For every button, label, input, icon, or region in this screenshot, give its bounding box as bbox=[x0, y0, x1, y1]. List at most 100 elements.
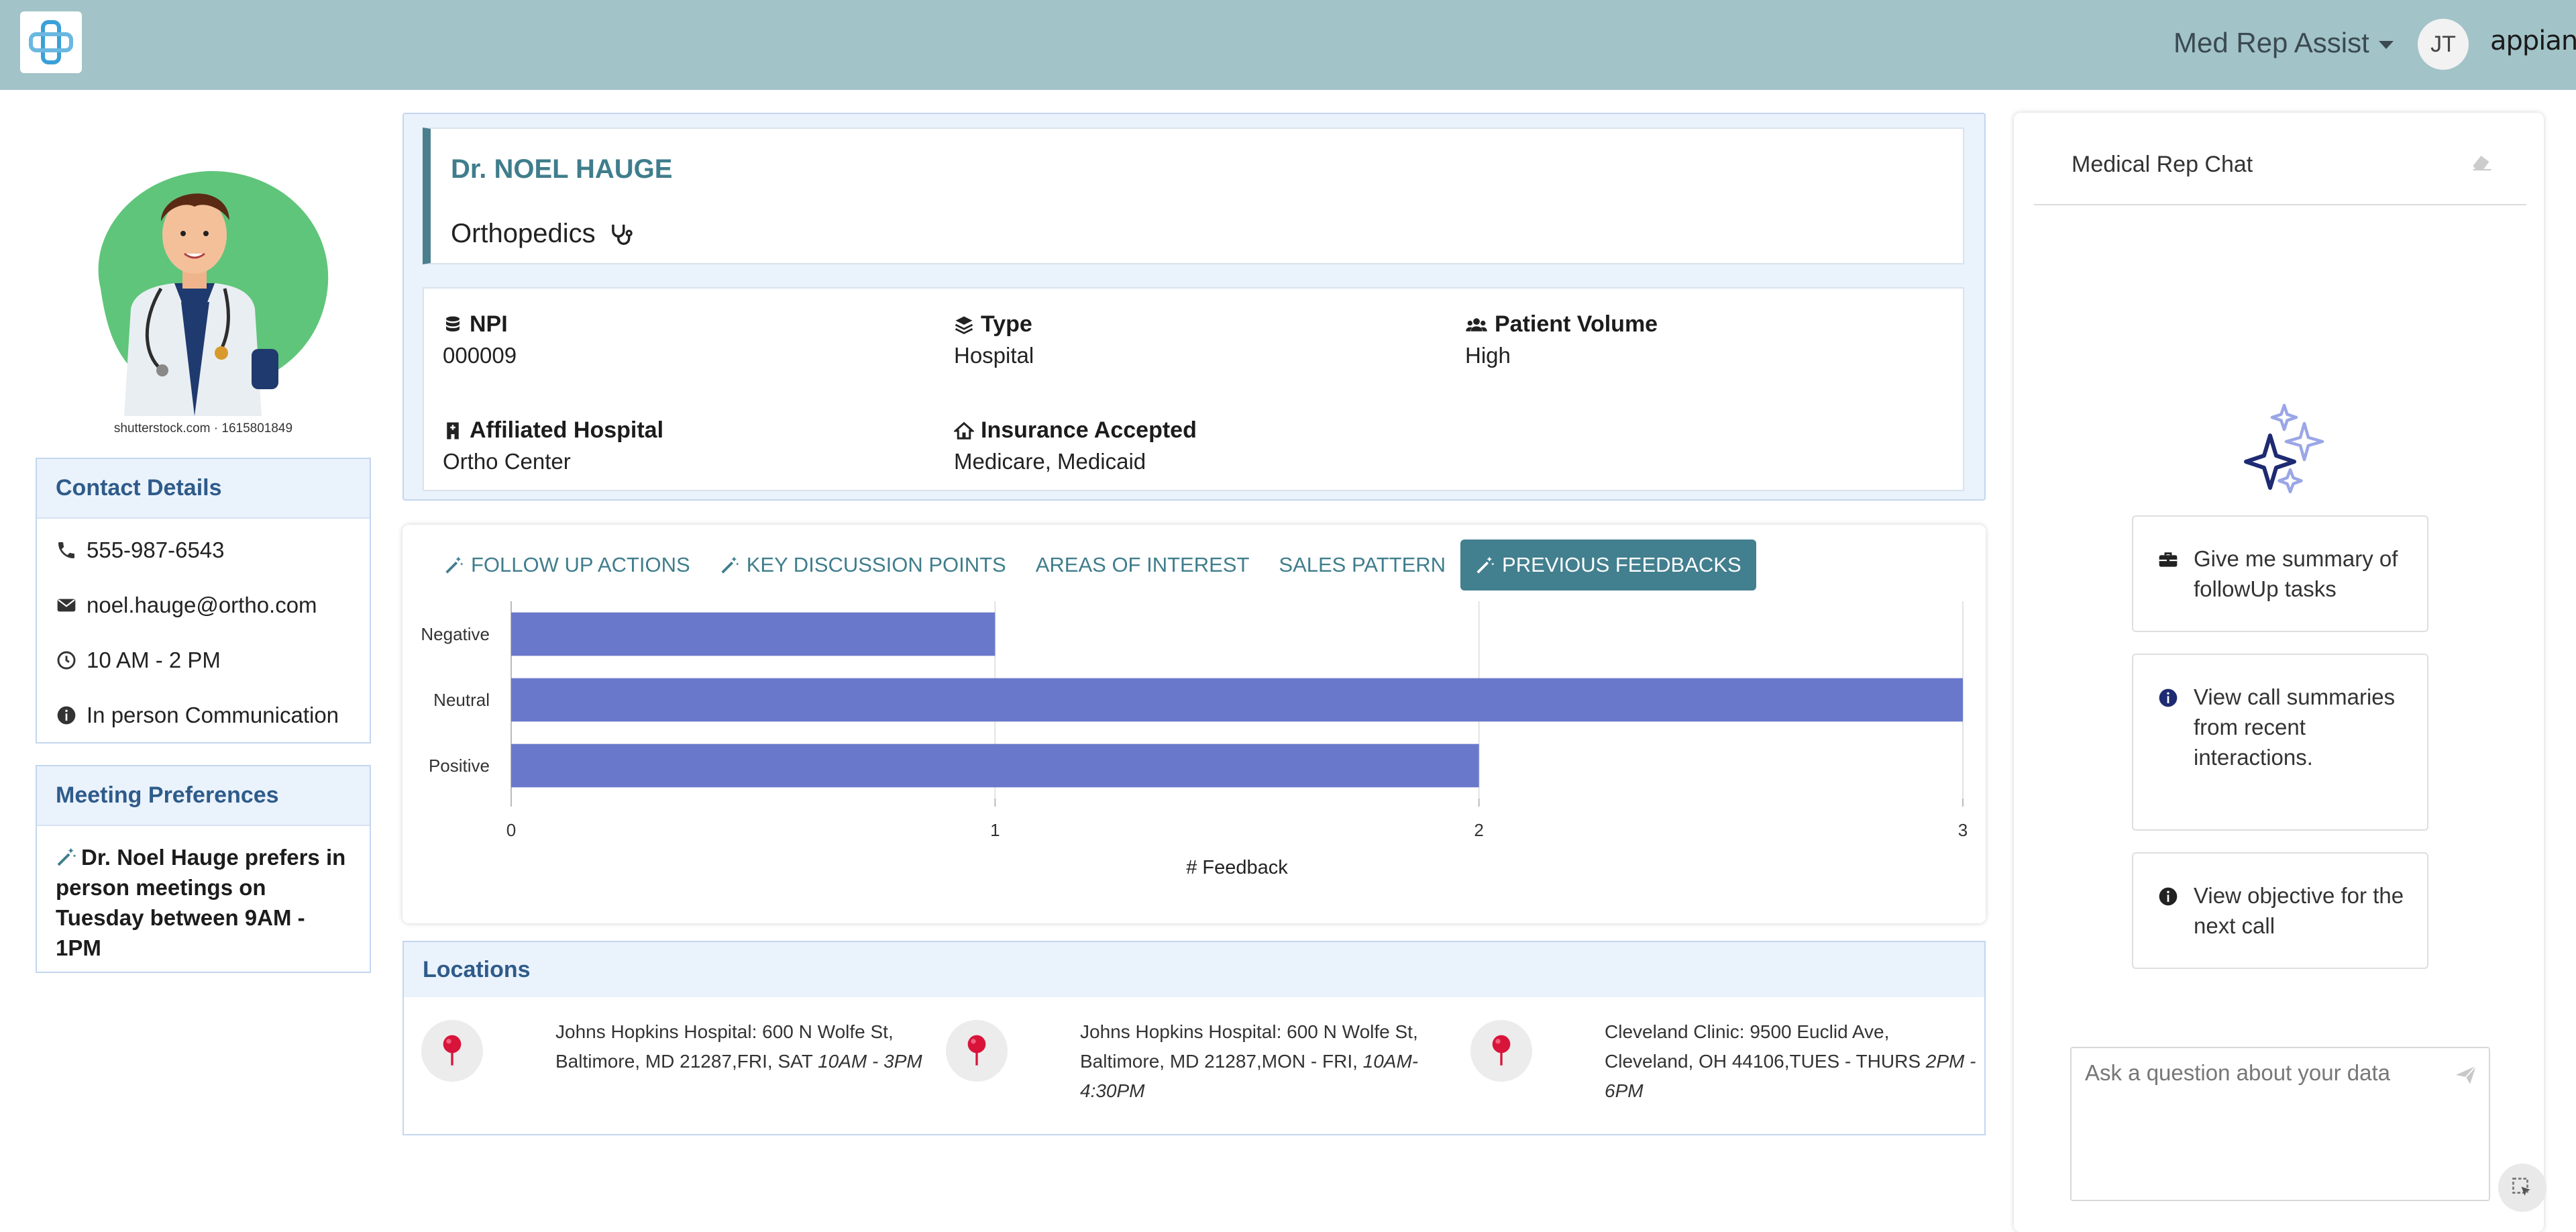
affiliated-hospital-value: Ortho Center bbox=[443, 449, 571, 474]
layers-icon bbox=[955, 316, 973, 334]
magic-wand-icon bbox=[445, 556, 464, 574]
info-icon bbox=[57, 706, 76, 725]
suggestion-next-call-objective[interactable]: View objective for the next call bbox=[2132, 852, 2428, 969]
bar bbox=[511, 743, 1479, 788]
magic-wand-icon bbox=[721, 556, 739, 574]
app-switcher[interactable]: Med Rep Assist bbox=[2174, 27, 2394, 59]
hospital-icon bbox=[447, 422, 459, 439]
users-icon bbox=[1466, 317, 1487, 331]
insurance-label: Insurance Accepted bbox=[981, 417, 1197, 443]
tab-label: SALES PATTERN bbox=[1279, 553, 1446, 576]
suggestion-text: View objective for the next call bbox=[2194, 883, 2404, 938]
meeting-preference-text: Dr. Noel Hauge prefers in person meeting… bbox=[37, 826, 370, 979]
type-field: Type Hospital bbox=[954, 311, 1034, 368]
map-pin-icon bbox=[1470, 1020, 1532, 1082]
tab-label: KEY DISCUSSION POINTS bbox=[746, 553, 1006, 576]
doctor-name: Dr. NOEL HAUGE bbox=[451, 154, 673, 184]
affiliated-hospital-label: Affiliated Hospital bbox=[470, 417, 664, 443]
sparkle-icon bbox=[2244, 403, 2324, 494]
brand-logo: appian bbox=[2490, 25, 2576, 56]
image-credit: shutterstock.com · 1615801849 bbox=[113, 421, 293, 435]
chat-input-box bbox=[2070, 1047, 2490, 1201]
bar bbox=[511, 678, 1963, 722]
suggestion-followup-tasks[interactable]: Give me summary of followUp tasks bbox=[2132, 515, 2428, 632]
tab-key-discussion-points[interactable]: KEY DISCUSSION POINTS bbox=[705, 540, 1021, 591]
info-icon bbox=[2159, 688, 2178, 707]
patient-volume-field: Patient Volume High bbox=[1465, 311, 1658, 368]
clock-icon bbox=[57, 651, 76, 670]
bar bbox=[511, 612, 996, 656]
contact-details-title: Contact Details bbox=[37, 459, 370, 519]
doctor-info-grid: NPI 000009 Type Hospital Patient Volume … bbox=[423, 287, 1964, 491]
doctor-header: Dr. NOEL HAUGE Orthopedics bbox=[423, 127, 1964, 264]
chat-input[interactable] bbox=[2085, 1060, 2434, 1086]
medical-cross-logo-icon bbox=[29, 20, 73, 64]
phone-number: 555-987-6543 bbox=[87, 537, 225, 562]
location-item[interactable]: Johns Hopkins Hospital: 600 N Wolfe St, … bbox=[421, 1017, 931, 1082]
npi-label: NPI bbox=[470, 311, 508, 337]
y-tick-label: Positive bbox=[429, 756, 490, 776]
stethoscope-icon bbox=[611, 224, 633, 245]
suggestion-text: Give me summary of followUp tasks bbox=[2194, 546, 2398, 601]
chat-divider bbox=[2034, 204, 2526, 205]
location-address: Cleveland Clinic: 9500 Euclid Ave, Cleve… bbox=[1605, 1021, 1976, 1101]
chat-panel: Medical Rep Chat Give me summary of foll… bbox=[2014, 113, 2544, 1232]
y-tick-label: Negative bbox=[421, 624, 490, 644]
x-tick-label: 3 bbox=[1958, 820, 1968, 840]
location-address: Johns Hopkins Hospital: 600 N Wolfe St, … bbox=[555, 1021, 922, 1072]
contact-communication: In person Communication bbox=[37, 688, 370, 743]
y-tick-label: Neutral bbox=[433, 690, 490, 710]
locations-title: Locations bbox=[404, 942, 1984, 997]
tab-previous-feedbacks[interactable]: PREVIOUS FEEDBACKS bbox=[1460, 540, 1756, 591]
x-tick-label: 1 bbox=[990, 820, 1000, 840]
envelope-icon bbox=[57, 599, 76, 612]
chat-title: Medical Rep Chat bbox=[2072, 152, 2253, 177]
app-name: Med Rep Assist bbox=[2174, 27, 2369, 58]
suggestion-call-summaries[interactable]: View call summaries from recent interact… bbox=[2132, 654, 2428, 831]
contact-details-card: Contact Details 555-987-6543 noel.hauge@… bbox=[36, 458, 371, 743]
phone-icon bbox=[58, 542, 74, 558]
user-avatar[interactable]: JT bbox=[2418, 19, 2469, 70]
app-logo[interactable] bbox=[20, 11, 82, 73]
home-icon bbox=[954, 421, 974, 440]
affiliated-hospital-field: Affiliated Hospital Ortho Center bbox=[443, 417, 663, 474]
map-pin-icon bbox=[946, 1020, 1008, 1082]
contact-hours: 10 AM - 2 PM bbox=[37, 633, 370, 688]
type-value: Hospital bbox=[954, 343, 1034, 368]
x-axis-label: # Feedback bbox=[1186, 857, 1288, 878]
cursor-select-button[interactable] bbox=[2498, 1164, 2546, 1212]
send-icon[interactable] bbox=[2454, 1063, 2478, 1087]
doctor-portrait bbox=[98, 170, 329, 416]
specialty-label: Orthopedics bbox=[451, 219, 596, 248]
x-tick-label: 0 bbox=[506, 820, 516, 840]
tab-label: FOLLOW UP ACTIONS bbox=[471, 553, 690, 576]
insurance-field: Insurance Accepted Medicare, Medicaid bbox=[954, 417, 1197, 474]
patient-volume-value: High bbox=[1465, 343, 1511, 368]
chevron-down-icon bbox=[2378, 41, 2394, 49]
npi-field: NPI 000009 bbox=[443, 311, 517, 368]
contact-phone[interactable]: 555-987-6543 bbox=[37, 523, 370, 578]
top-bar: Med Rep Assist JT appian bbox=[0, 0, 2576, 90]
meeting-preference-value: Dr. Noel Hauge prefers in person meeting… bbox=[56, 845, 346, 960]
tab-sales-pattern[interactable]: SALES PATTERN bbox=[1264, 540, 1460, 591]
meeting-preferences-card: Meeting Preferences Dr. Noel Hauge prefe… bbox=[36, 765, 371, 973]
tab-areas-of-interest[interactable]: AREAS OF INTEREST bbox=[1021, 540, 1265, 591]
tab-follow-up-actions[interactable]: FOLLOW UP ACTIONS bbox=[429, 540, 705, 591]
suggestion-text: View call summaries from recent interact… bbox=[2194, 684, 2396, 770]
eraser-icon[interactable] bbox=[2470, 152, 2494, 172]
meeting-preferences-title: Meeting Preferences bbox=[37, 766, 370, 826]
cursor-select-icon bbox=[2512, 1178, 2530, 1196]
communication-mode: In person Communication bbox=[87, 703, 339, 727]
doctor-specialty: Orthopedics bbox=[451, 219, 633, 249]
insurance-value: Medicare, Medicaid bbox=[954, 449, 1146, 474]
location-address: Johns Hopkins Hospital: 600 N Wolfe St, … bbox=[1080, 1021, 1419, 1101]
contact-email[interactable]: noel.hauge@ortho.com bbox=[37, 578, 370, 633]
magic-wand-icon bbox=[57, 848, 76, 866]
available-hours: 10 AM - 2 PM bbox=[87, 648, 221, 672]
database-icon bbox=[446, 316, 460, 331]
location-item[interactable]: Cleveland Clinic: 9500 Euclid Ave, Cleve… bbox=[1470, 1017, 1980, 1106]
email-address: noel.hauge@ortho.com bbox=[87, 593, 317, 617]
insights-card: FOLLOW UP ACTIONS KEY DISCUSSION POINTS AR… bbox=[402, 525, 1986, 923]
magic-wand-icon bbox=[1477, 556, 1495, 574]
location-item[interactable]: Johns Hopkins Hospital: 600 N Wolfe St, … bbox=[946, 1017, 1436, 1106]
